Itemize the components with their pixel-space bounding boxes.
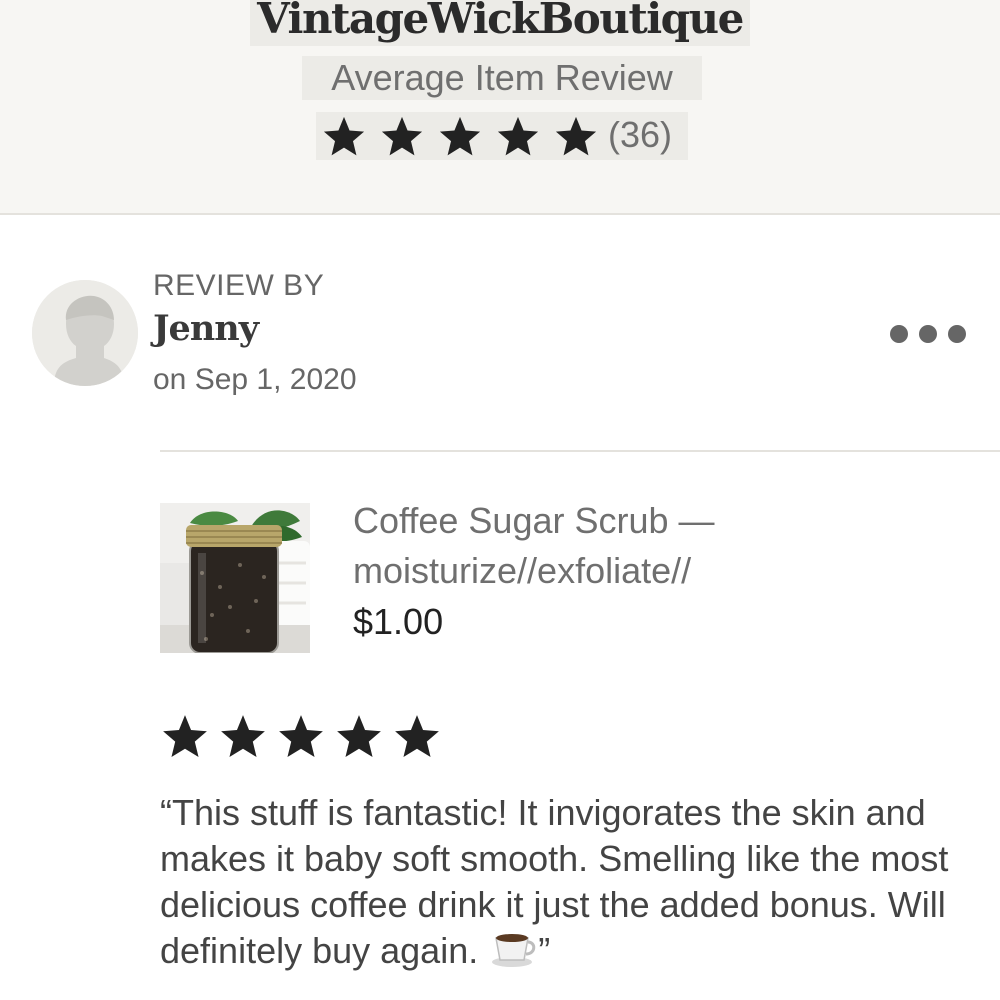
average-review-label: Average Item Review (302, 56, 702, 100)
review-date: on Sep 1, 2020 (153, 363, 357, 396)
reviewer-avatar[interactable] (32, 280, 138, 386)
divider (160, 450, 1000, 452)
more-options-button[interactable] (890, 314, 966, 354)
default-avatar-icon (32, 280, 138, 386)
star-icon (381, 116, 423, 156)
star-icon (395, 715, 439, 758)
star-icon (497, 116, 539, 156)
review-rating-stars (160, 712, 450, 762)
star-icon (323, 116, 365, 156)
product-title-link[interactable]: Coffee Sugar Scrub — moisturize//exfolia… (353, 496, 953, 596)
star-icon (221, 715, 265, 758)
product-image[interactable] (160, 503, 310, 653)
reviewer-name[interactable]: Jenny (153, 306, 259, 352)
star-icon (163, 715, 207, 758)
star-icon (337, 715, 381, 758)
more-options-icon-dot (919, 325, 937, 343)
shop-name[interactable]: VintageWickBoutique (250, 0, 750, 46)
star-icon (279, 715, 323, 758)
star-icon (439, 116, 481, 156)
coffee-scrub-jar-photo (160, 503, 310, 653)
review-page: VintageWickBoutique Average Item Review … (0, 0, 1000, 1000)
more-options-icon (890, 325, 908, 343)
star-icon (555, 116, 597, 156)
review-count: (36) (608, 114, 673, 155)
average-rating: (36) (316, 112, 688, 160)
review-by-label: REVIEW BY (153, 269, 325, 302)
coffee-cup-emoji (490, 928, 538, 979)
review-closing-quote: ” (538, 930, 551, 972)
product-price: $1.00 (353, 601, 444, 642)
shop-header: VintageWickBoutique Average Item Review … (0, 0, 1000, 215)
more-options-icon-dot (948, 325, 966, 343)
average-rating-stars (320, 114, 610, 158)
review-body: “This stuff is fantastic! It invigorates… (160, 792, 949, 972)
review-text: “This stuff is fantastic! It invigorates… (160, 790, 950, 979)
